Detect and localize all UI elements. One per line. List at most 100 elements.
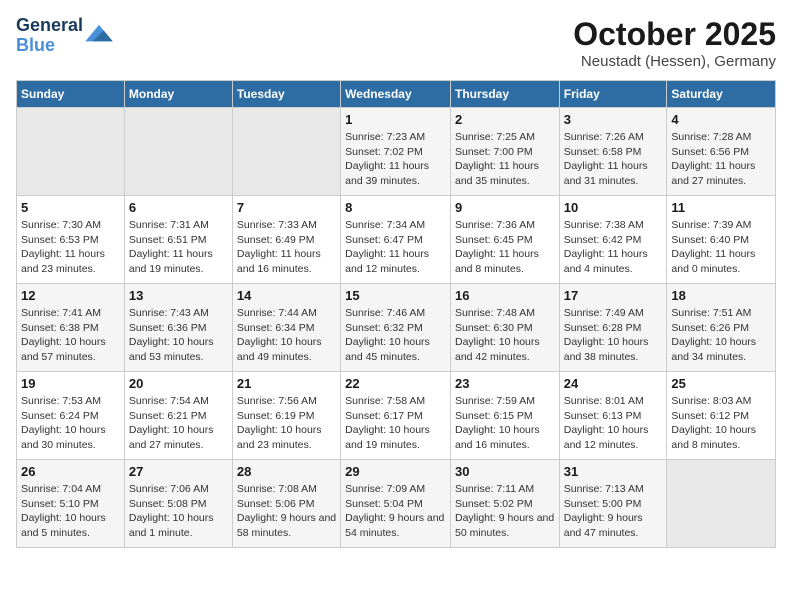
day-info: Sunrise: 7:30 AM Sunset: 6:53 PM Dayligh… (21, 218, 120, 277)
calendar-cell: 18Sunrise: 7:51 AM Sunset: 6:26 PM Dayli… (667, 284, 776, 372)
day-number: 28 (237, 464, 336, 479)
calendar-cell (667, 460, 776, 548)
day-number: 13 (129, 288, 228, 303)
day-number: 12 (21, 288, 120, 303)
calendar-cell: 28 Sunrise: 7:08 AM Sunset: 5:06 PM Dayli… (232, 460, 340, 548)
month-title: October 2025 (573, 16, 776, 53)
header-friday: Friday (559, 81, 667, 108)
day-info: Sunrise: 7:13 AM Sunset: 5:00 PM Dayligh… (564, 482, 663, 541)
day-info: Sunrise: 7:34 AM Sunset: 6:47 PM Dayligh… (345, 218, 446, 277)
calendar-week-1: 1 Sunrise: 7:23 AM Sunset: 7:02 PM Daylig… (17, 108, 776, 196)
day-info: Sunrise: 7:43 AM Sunset: 6:36 PM Dayligh… (129, 306, 228, 365)
calendar-header: SundayMondayTuesdayWednesdayThursdayFrid… (17, 81, 776, 108)
day-number: 1 (345, 112, 446, 127)
calendar-week-5: 26 Sunrise: 7:04 AM Sunset: 5:10 PM Dayli… (17, 460, 776, 548)
calendar-cell: 10 Sunrise: 7:38 AM Sunset: 6:42 PM Dayli… (559, 196, 667, 284)
day-number: 16 (455, 288, 555, 303)
header-wednesday: Wednesday (341, 81, 451, 108)
header-row: SundayMondayTuesdayWednesdayThursdayFrid… (17, 81, 776, 108)
day-number: 8 (345, 200, 446, 215)
day-info: Sunrise: 7:26 AM Sunset: 6:58 PM Dayligh… (564, 130, 663, 189)
calendar-cell: 25Sunrise: 8:03 AM Sunset: 6:12 PM Dayli… (667, 372, 776, 460)
day-number: 17 (564, 288, 663, 303)
calendar-cell: 24Sunrise: 8:01 AM Sunset: 6:13 PM Dayli… (559, 372, 667, 460)
day-number: 19 (21, 376, 120, 391)
day-number: 30 (455, 464, 555, 479)
day-number: 10 (564, 200, 663, 215)
calendar-cell (17, 108, 125, 196)
calendar-cell: 6 Sunrise: 7:31 AM Sunset: 6:51 PM Daylig… (124, 196, 232, 284)
calendar-cell: 22 Sunrise: 7:58 AM Sunset: 6:17 PM Dayli… (341, 372, 451, 460)
calendar-table: SundayMondayTuesdayWednesdayThursdayFrid… (16, 80, 776, 548)
day-number: 20 (129, 376, 228, 391)
calendar-cell: 14 Sunrise: 7:44 AM Sunset: 6:34 PM Dayli… (232, 284, 340, 372)
day-info: Sunrise: 7:39 AM Sunset: 6:40 PM Dayligh… (671, 218, 771, 277)
day-number: 18 (671, 288, 771, 303)
header-monday: Monday (124, 81, 232, 108)
calendar-cell: 21 Sunrise: 7:56 AM Sunset: 6:19 PM Dayli… (232, 372, 340, 460)
day-info: Sunrise: 7:11 AM Sunset: 5:02 PM Dayligh… (455, 482, 555, 541)
day-number: 27 (129, 464, 228, 479)
header-saturday: Saturday (667, 81, 776, 108)
calendar-cell: 7 Sunrise: 7:33 AM Sunset: 6:49 PM Daylig… (232, 196, 340, 284)
logo-icon (85, 23, 113, 45)
day-info: Sunrise: 7:38 AM Sunset: 6:42 PM Dayligh… (564, 218, 663, 277)
day-info: Sunrise: 7:54 AM Sunset: 6:21 PM Dayligh… (129, 394, 228, 453)
day-info: Sunrise: 8:01 AM Sunset: 6:13 PM Dayligh… (564, 394, 663, 453)
day-number: 6 (129, 200, 228, 215)
header-tuesday: Tuesday (232, 81, 340, 108)
calendar-cell: 2 Sunrise: 7:25 AM Sunset: 7:00 PM Daylig… (450, 108, 559, 196)
day-info: Sunrise: 7:49 AM Sunset: 6:28 PM Dayligh… (564, 306, 663, 365)
page-header: GeneralBlue October 2025 Neustadt (Hesse… (16, 16, 776, 70)
day-number: 14 (237, 288, 336, 303)
day-info: Sunrise: 7:28 AM Sunset: 6:56 PM Dayligh… (671, 130, 771, 189)
day-number: 31 (564, 464, 663, 479)
logo-text: GeneralBlue (16, 16, 83, 56)
day-number: 9 (455, 200, 555, 215)
day-info: Sunrise: 7:58 AM Sunset: 6:17 PM Dayligh… (345, 394, 446, 453)
calendar-week-4: 19 Sunrise: 7:53 AM Sunset: 6:24 PM Dayli… (17, 372, 776, 460)
day-info: Sunrise: 7:46 AM Sunset: 6:32 PM Dayligh… (345, 306, 446, 365)
day-info: Sunrise: 7:41 AM Sunset: 6:38 PM Dayligh… (21, 306, 120, 365)
calendar-cell: 29Sunrise: 7:09 AM Sunset: 5:04 PM Dayli… (341, 460, 451, 548)
calendar-cell: 20 Sunrise: 7:54 AM Sunset: 6:21 PM Dayli… (124, 372, 232, 460)
calendar-cell: 15Sunrise: 7:46 AM Sunset: 6:32 PM Dayli… (341, 284, 451, 372)
header-sunday: Sunday (17, 81, 125, 108)
calendar-cell: 16 Sunrise: 7:48 AM Sunset: 6:30 PM Dayli… (450, 284, 559, 372)
location: Neustadt (Hessen), Germany (573, 53, 776, 70)
calendar-cell: 8 Sunrise: 7:34 AM Sunset: 6:47 PM Daylig… (341, 196, 451, 284)
day-info: Sunrise: 7:23 AM Sunset: 7:02 PM Dayligh… (345, 130, 446, 189)
calendar-cell: 19 Sunrise: 7:53 AM Sunset: 6:24 PM Dayli… (17, 372, 125, 460)
calendar-cell: 3 Sunrise: 7:26 AM Sunset: 6:58 PM Daylig… (559, 108, 667, 196)
day-number: 22 (345, 376, 446, 391)
day-info: Sunrise: 7:48 AM Sunset: 6:30 PM Dayligh… (455, 306, 555, 365)
day-info: Sunrise: 7:56 AM Sunset: 6:19 PM Dayligh… (237, 394, 336, 453)
day-info: Sunrise: 7:04 AM Sunset: 5:10 PM Dayligh… (21, 482, 120, 541)
day-info: Sunrise: 7:06 AM Sunset: 5:08 PM Dayligh… (129, 482, 228, 541)
day-number: 3 (564, 112, 663, 127)
day-number: 4 (671, 112, 771, 127)
day-info: Sunrise: 8:03 AM Sunset: 6:12 PM Dayligh… (671, 394, 771, 453)
calendar-week-2: 5 Sunrise: 7:30 AM Sunset: 6:53 PM Daylig… (17, 196, 776, 284)
day-info: Sunrise: 7:53 AM Sunset: 6:24 PM Dayligh… (21, 394, 120, 453)
day-info: Sunrise: 7:59 AM Sunset: 6:15 PM Dayligh… (455, 394, 555, 453)
day-info: Sunrise: 7:31 AM Sunset: 6:51 PM Dayligh… (129, 218, 228, 277)
logo: GeneralBlue (16, 16, 113, 56)
day-number: 21 (237, 376, 336, 391)
day-number: 7 (237, 200, 336, 215)
day-number: 11 (671, 200, 771, 215)
calendar-cell (124, 108, 232, 196)
day-number: 23 (455, 376, 555, 391)
day-info: Sunrise: 7:33 AM Sunset: 6:49 PM Dayligh… (237, 218, 336, 277)
calendar-cell: 1 Sunrise: 7:23 AM Sunset: 7:02 PM Daylig… (341, 108, 451, 196)
day-number: 5 (21, 200, 120, 215)
day-number: 2 (455, 112, 555, 127)
calendar-cell: 30 Sunrise: 7:11 AM Sunset: 5:02 PM Dayli… (450, 460, 559, 548)
day-number: 29 (345, 464, 446, 479)
day-info: Sunrise: 7:08 AM Sunset: 5:06 PM Dayligh… (237, 482, 336, 541)
day-info: Sunrise: 7:25 AM Sunset: 7:00 PM Dayligh… (455, 130, 555, 189)
day-number: 26 (21, 464, 120, 479)
title-block: October 2025 Neustadt (Hessen), Germany (573, 16, 776, 70)
day-info: Sunrise: 7:44 AM Sunset: 6:34 PM Dayligh… (237, 306, 336, 365)
calendar-cell: 31 Sunrise: 7:13 AM Sunset: 5:00 PM Dayli… (559, 460, 667, 548)
